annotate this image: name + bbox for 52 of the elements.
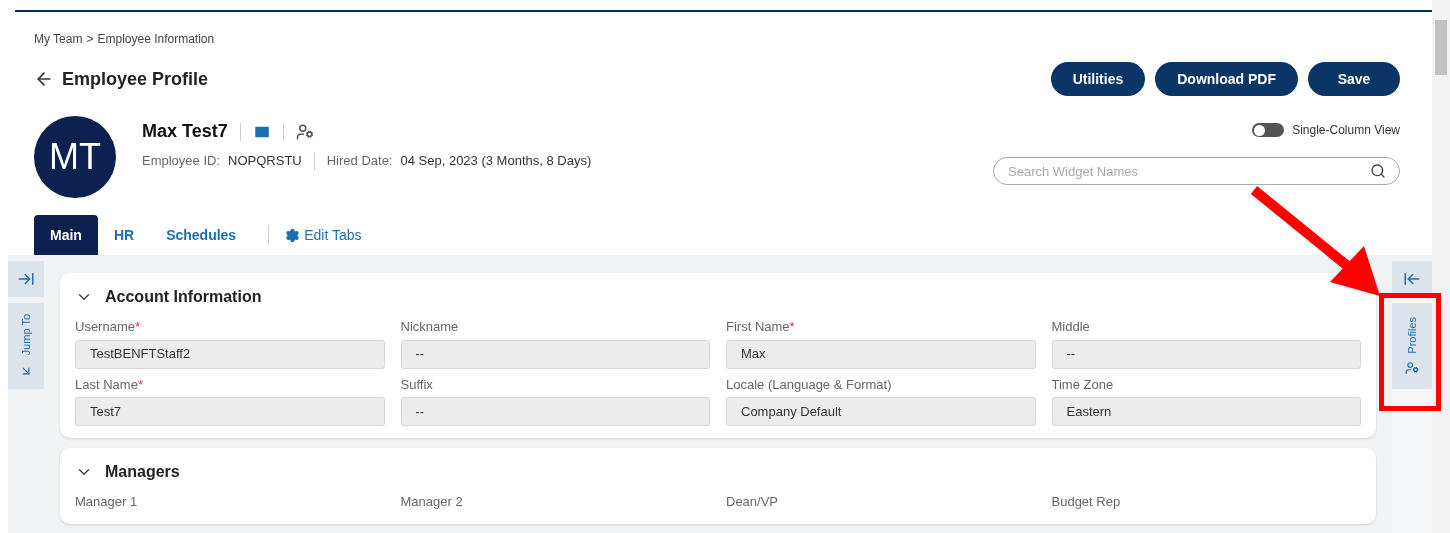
breadcrumb-separator: > (86, 31, 94, 48)
field-label: Budget Rep (1051, 493, 1122, 511)
field-label: Last Name* (75, 375, 144, 394)
toggle-label: Single-Column View (1292, 122, 1400, 139)
section-title: Managers (105, 462, 180, 482)
toggle-switch[interactable] (1252, 123, 1285, 137)
readonly-field: -- (400, 339, 710, 369)
employee-id-label: Employee ID: (142, 152, 221, 170)
breadcrumb-link[interactable]: My Team (34, 30, 83, 48)
employee-id-value: NOPQRSTU (228, 152, 302, 170)
hired-date-label: Hired Date: (326, 152, 393, 170)
arrow-to-line-icon (17, 270, 35, 288)
field-label: Manager 1 (75, 493, 139, 511)
tab[interactable]: HR (97, 215, 151, 255)
readonly-field: Eastern (1051, 397, 1361, 426)
field-label: Time Zone (1051, 375, 1115, 394)
readonly-field: Company Default (726, 397, 1036, 426)
jump-to-tab[interactable]: Jump To (8, 303, 44, 389)
avatar: MT (34, 116, 116, 198)
tab[interactable]: Main (34, 215, 98, 255)
section-title: Account Information (105, 287, 262, 307)
readonly-field: Test7 (75, 397, 385, 426)
readonly-field: -- (400, 397, 710, 426)
action-button[interactable]: Save (1308, 62, 1400, 96)
employee-name: Max Test7 (142, 120, 228, 143)
field-label: Manager 2 (400, 493, 464, 511)
search-icon[interactable] (1370, 163, 1386, 179)
field-label: Locale (Language & Format) (726, 375, 893, 394)
field-label: Suffix (400, 375, 434, 394)
user-settings-icon (1405, 361, 1419, 376)
edit-tabs-button[interactable]: Edit Tabs (285, 215, 362, 255)
action-button[interactable]: Download PDF (1155, 62, 1298, 96)
arrow-to-line-icon (1403, 270, 1421, 288)
readonly-field: Max (726, 339, 1036, 369)
breadcrumb-link[interactable]: Employee Information (97, 30, 215, 48)
profiles-tab[interactable]: Profiles (1392, 303, 1432, 389)
field-label: Nickname (400, 318, 460, 336)
field-label: Dean/VP (726, 493, 780, 511)
search-field[interactable]: Search Widget Names (993, 157, 1400, 185)
field-label: Username* (75, 318, 142, 336)
field-label: First Name* (726, 318, 796, 336)
hired-date-value: 04 Sep, 2023 (3 Months, 8 Days) (400, 152, 592, 170)
user-settings-icon[interactable] (295, 122, 314, 141)
page-title: Employee Profile (62, 67, 209, 91)
scrollbar-thumb[interactable] (1435, 20, 1447, 75)
action-button[interactable]: Utilities (1050, 62, 1146, 96)
field-label: Middle (1051, 318, 1091, 336)
readonly-field: -- (1051, 339, 1361, 369)
tab[interactable]: Schedules (150, 215, 253, 255)
gear-icon (285, 227, 301, 243)
collapse-rail-button[interactable] (8, 261, 44, 297)
readonly-field: TestBENFTStaff2 (75, 339, 385, 369)
